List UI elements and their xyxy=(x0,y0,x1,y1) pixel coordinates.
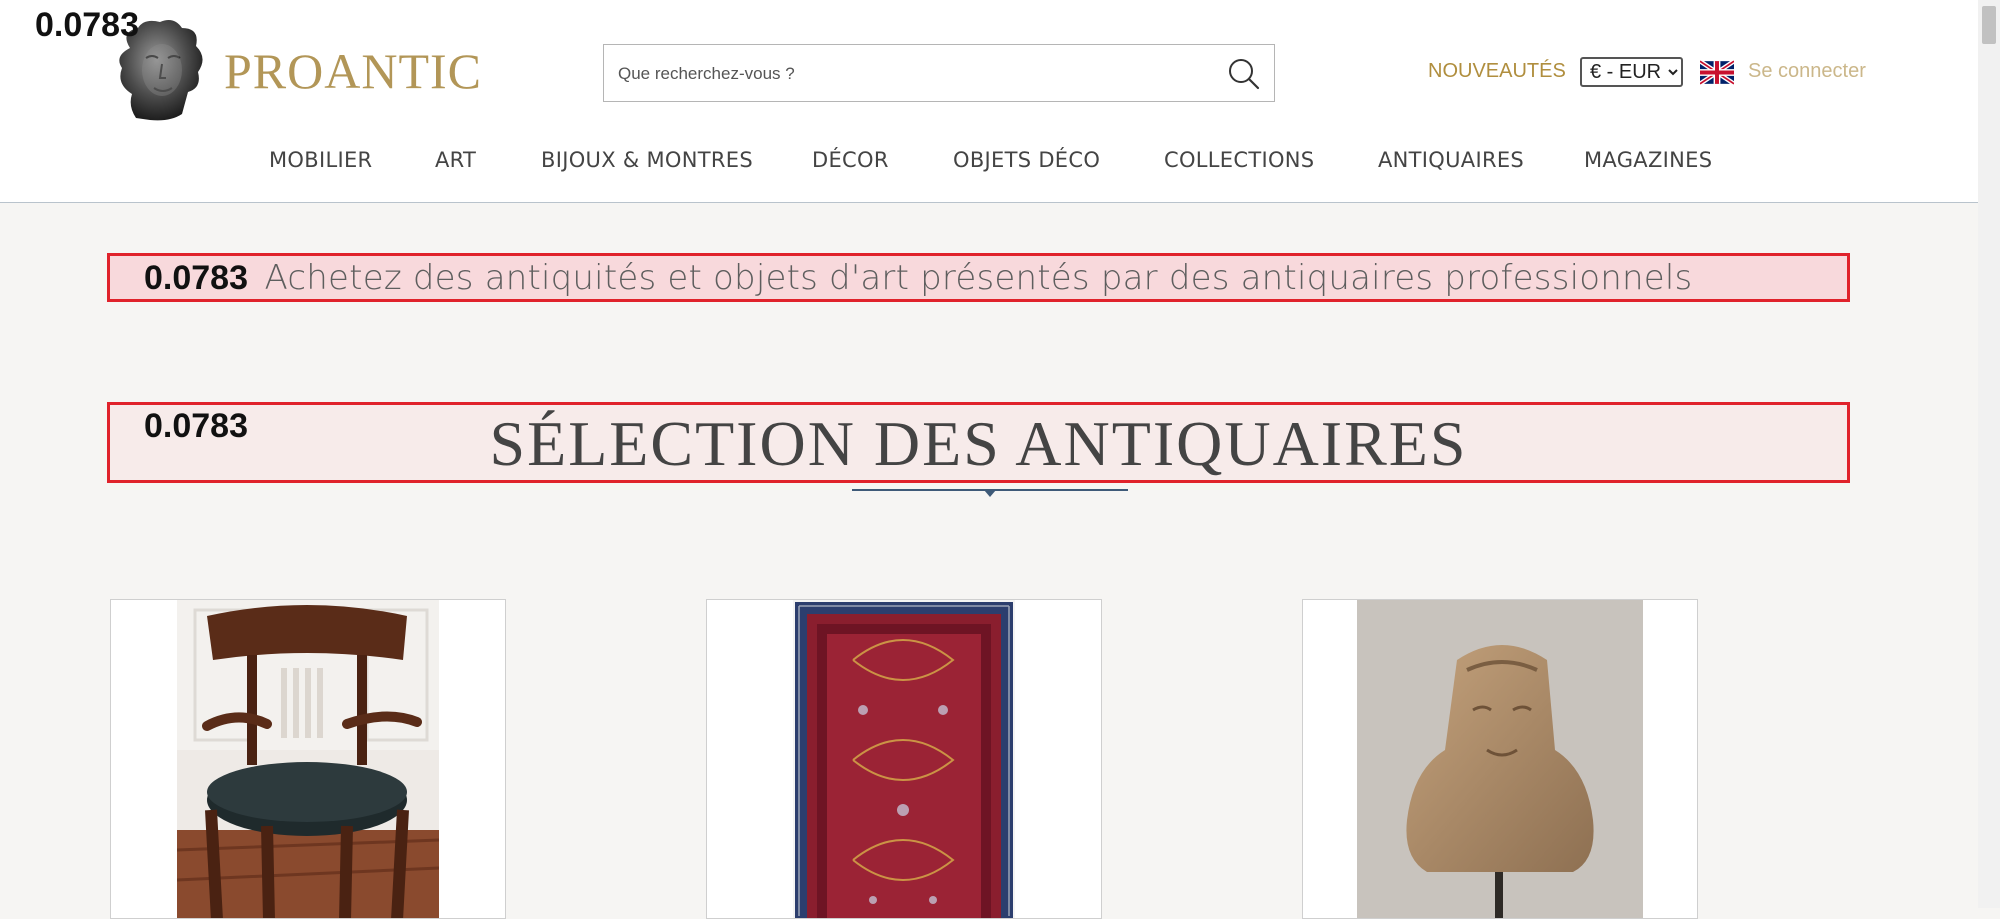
product-card[interactable] xyxy=(706,599,1102,919)
nav-item-bijoux-montres[interactable]: BIJOUX & MONTRES xyxy=(541,150,753,171)
nav-item-art[interactable]: ART xyxy=(435,150,476,171)
site-header: 0.0783 PROANTIC NOUVEAUTÉS € - EUR xyxy=(0,0,1978,203)
uk-flag-icon[interactable] xyxy=(1700,60,1734,85)
nav-item-collections[interactable]: COLLECTIONS xyxy=(1164,150,1314,171)
currency-select[interactable]: € - EUR xyxy=(1580,57,1683,87)
stone-bust-image xyxy=(1357,600,1643,918)
nav-item-decor[interactable]: DÉCOR xyxy=(812,150,889,171)
section-title: SÉLECTION DES ANTIQUAIRES xyxy=(489,408,1468,479)
brand-logo-text[interactable]: PROANTIC xyxy=(224,46,482,96)
nav-item-objets-deco[interactable]: OBJETS DÉCO xyxy=(953,150,1100,171)
search-icon xyxy=(1229,59,1260,90)
search-button[interactable] xyxy=(1224,55,1264,93)
rug-image xyxy=(793,600,1015,918)
search-box xyxy=(603,44,1275,103)
main-nav: MOBILIER ART BIJOUX & MONTRES DÉCOR OBJE… xyxy=(0,150,1978,180)
nav-item-mobilier[interactable]: MOBILIER xyxy=(269,150,372,171)
score-badge: 0.0783 xyxy=(35,6,139,44)
login-link[interactable]: Se connecter xyxy=(1748,61,1866,81)
tagline-banner: 0.0783 Achetez des antiquités et objets … xyxy=(107,253,1850,302)
product-card[interactable] xyxy=(1302,599,1698,919)
search-input[interactable] xyxy=(616,45,1200,103)
page-scrollbar[interactable] xyxy=(1978,0,2000,908)
section-heading-box: 0.0783 SÉLECTION DES ANTIQUAIRES xyxy=(107,402,1850,483)
tagline-text: Achetez des antiquités et objets d'art p… xyxy=(264,258,1693,298)
product-card[interactable] xyxy=(110,599,506,919)
score-badge: 0.0783 xyxy=(144,259,248,297)
armchair-image xyxy=(177,600,439,918)
nav-item-antiquaires[interactable]: ANTIQUAIRES xyxy=(1378,150,1524,171)
new-arrivals-link[interactable]: NOUVEAUTÉS xyxy=(1428,61,1566,81)
section-divider xyxy=(852,489,1128,497)
nav-item-magazines[interactable]: MAGAZINES xyxy=(1584,150,1712,171)
score-badge: 0.0783 xyxy=(144,407,248,445)
scrollbar-thumb[interactable] xyxy=(1982,6,1996,44)
